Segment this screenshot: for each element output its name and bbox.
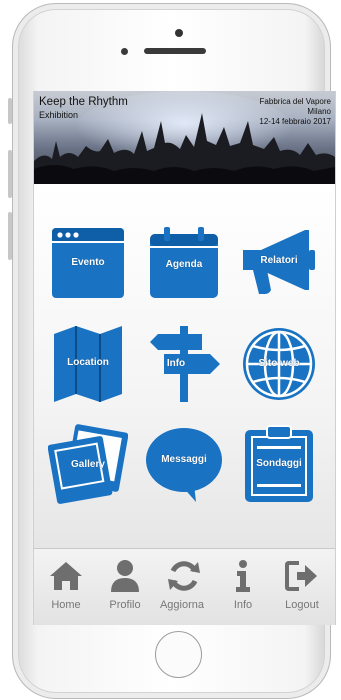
tab-label: Info	[233, 599, 253, 611]
tab-label: Aggiorna	[159, 599, 205, 611]
volume-down-button	[8, 212, 12, 260]
mute-switch	[8, 98, 12, 124]
user-icon	[111, 560, 139, 592]
menu-grid: Evento Agenda Relatori Location Info Sit…	[34, 184, 335, 548]
tile-label: Messaggi	[161, 454, 207, 465]
earpiece-speaker	[144, 48, 206, 54]
event-subtitle: Exhibition	[39, 110, 79, 120]
tile-label: Sondaggi	[256, 458, 302, 469]
tile-agenda[interactable]: Agenda	[144, 224, 224, 304]
tab-home[interactable]: Home	[36, 549, 96, 625]
tile-sondaggi[interactable]: Sondaggi	[239, 424, 319, 504]
tile-label: Location	[67, 357, 109, 368]
tile-label: Sito web	[258, 358, 300, 369]
event-venue: Fabbrica del Vapore Milano 12-14 febbrai…	[259, 97, 331, 127]
home-button[interactable]	[155, 631, 202, 678]
event-title: Keep the Rhythm	[39, 96, 128, 108]
tile-label: Gallery	[71, 459, 105, 470]
event-dates: 12-14 febbraio 2017	[259, 117, 331, 126]
info-icon	[236, 560, 250, 592]
tab-aggiorna[interactable]: Aggiorna	[154, 549, 214, 625]
tab-info[interactable]: Info	[213, 549, 273, 625]
front-camera-icon	[121, 48, 128, 55]
tile-relatori[interactable]: Relatori	[239, 224, 319, 304]
bottom-tab-bar: Home Profilo Aggiorna Info Logout	[34, 548, 335, 625]
tab-label: Logout	[285, 599, 319, 611]
tab-label: Profilo	[109, 599, 141, 611]
tile-label: Agenda	[165, 259, 203, 270]
venue-name: Fabbrica del Vapore	[259, 97, 331, 106]
tile-gallery[interactable]: Gallery	[48, 424, 128, 504]
app-screen: Keep the Rhythm Exhibition Fabbrica del …	[33, 91, 336, 625]
volume-up-button	[8, 150, 12, 198]
home-icon	[50, 562, 82, 590]
tab-label: Home	[51, 599, 81, 611]
tile-evento[interactable]: Evento	[48, 224, 128, 304]
tile-label: Info	[166, 358, 186, 369]
tile-info[interactable]: Info	[144, 324, 224, 404]
tile-location[interactable]: Location	[48, 324, 128, 404]
tile-label: Evento	[71, 257, 105, 268]
event-banner: Keep the Rhythm Exhibition Fabbrica del …	[34, 91, 335, 184]
tab-profilo[interactable]: Profilo	[95, 549, 155, 625]
tile-label: Relatori	[260, 255, 298, 266]
tab-logout[interactable]: Logout	[272, 549, 332, 625]
tile-sito-web[interactable]: Sito web	[239, 324, 319, 404]
logout-icon	[285, 561, 317, 591]
venue-city: Milano	[307, 107, 331, 116]
tile-messaggi[interactable]: Messaggi	[144, 424, 224, 504]
refresh-icon	[168, 561, 200, 591]
camera-icon	[175, 29, 183, 37]
